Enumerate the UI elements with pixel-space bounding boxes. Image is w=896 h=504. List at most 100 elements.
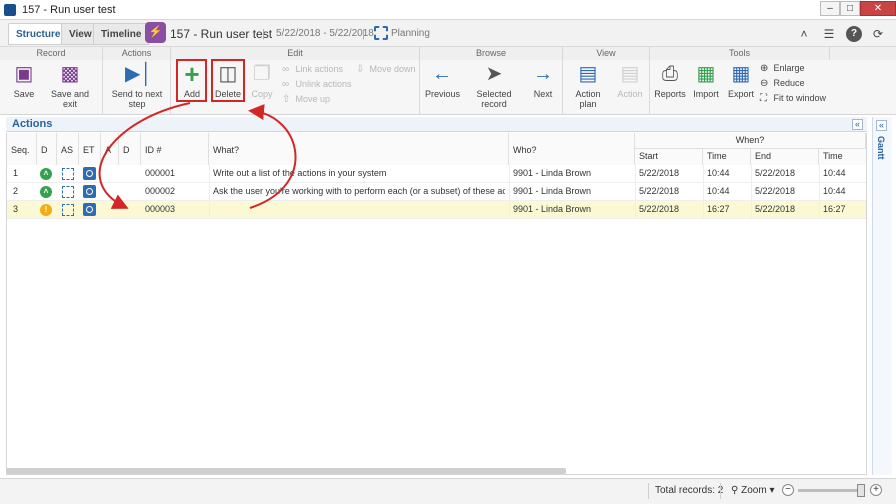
enlarge-button[interactable]: ⊕ Enlarge	[760, 63, 805, 74]
save-button[interactable]: ▣ Save	[10, 63, 38, 99]
group-filler	[830, 47, 896, 60]
group-edit-title: Edit	[171, 47, 420, 60]
move-down-button[interactable]: ⇩ Move down	[356, 64, 416, 75]
unlink-actions-button[interactable]: ∞ Unlink actions	[282, 79, 352, 90]
column-divider	[703, 165, 704, 219]
maximize-button[interactable]: □	[840, 1, 860, 16]
record-type-icon: ⚡	[145, 22, 166, 43]
arrow-down-icon: ⇩	[356, 64, 365, 75]
cell-id: 000003	[145, 204, 176, 214]
total-records: Total records: 2	[655, 485, 724, 496]
col-what[interactable]: What?	[209, 133, 509, 165]
zoom-dropdown[interactable]: ⚲ Zoom ▾	[731, 485, 774, 496]
fit-window-icon: ⛶	[760, 93, 767, 104]
col-as[interactable]: AS	[57, 133, 79, 165]
reduce-button[interactable]: ⊖ Reduce	[760, 78, 805, 89]
cell-end: 5/22/2018	[755, 168, 796, 178]
cell-end-time: 10:44	[823, 186, 846, 196]
cell-who: 9901 - Linda Brown	[513, 168, 592, 178]
save-exit-icon: ▩	[60, 63, 80, 85]
app-icon	[4, 4, 16, 16]
status-warning-icon: !	[40, 204, 52, 216]
group-actions-title: Actions	[103, 47, 171, 60]
zoom-slider-handle[interactable]	[857, 484, 865, 497]
move-up-button[interactable]: ⇧ Move up	[282, 94, 330, 105]
refresh-icon[interactable]: ⟳	[870, 26, 886, 42]
col-seq[interactable]: Seq.	[7, 133, 37, 165]
export-icon: ▦	[731, 63, 751, 85]
cell-end-time: 16:27	[823, 204, 846, 214]
status-divider	[648, 483, 649, 499]
zoom-in-button[interactable]: +	[870, 484, 882, 496]
col-end[interactable]: End	[751, 149, 819, 165]
tab-timeline[interactable]: Timeline	[93, 23, 150, 45]
gantt-panel[interactable]: «	[872, 117, 892, 475]
floppy-icon: ▣	[14, 63, 34, 85]
window-title: 157 - Run user test	[22, 4, 116, 16]
header-separator: |	[262, 28, 265, 40]
cell-what: Write out a list of the actions in your …	[213, 168, 387, 178]
col-end-time[interactable]: Time	[819, 149, 866, 165]
col-when: When?	[635, 133, 866, 149]
save-and-exit-button[interactable]: ▩ Save and exit	[44, 63, 96, 109]
col-d[interactable]: D	[37, 133, 57, 165]
table-row[interactable]: 1 ˄ 000001 Write out a list of the actio…	[7, 165, 866, 183]
collapse-actions-icon[interactable]: «	[852, 119, 863, 130]
printer-icon: ⎙	[662, 63, 678, 85]
send-next-icon: ▶│	[125, 63, 153, 85]
table-row-selected[interactable]: 3 ! 000003 9901 - Linda Brown 5/22/2018 …	[7, 201, 866, 219]
collapse-ribbon-icon[interactable]: ˄	[796, 26, 812, 42]
minimize-button[interactable]: –	[820, 1, 840, 16]
selected-record-button[interactable]: ➤ Selected record	[465, 63, 523, 109]
col-d2[interactable]: D	[119, 133, 141, 165]
previous-button[interactable]: ← Previous	[425, 63, 460, 99]
group-browse-title: Browse	[420, 47, 563, 60]
col-who[interactable]: Who?	[509, 133, 635, 165]
ribbon-toolbar: Record Actions Edit Browse View Tools ▣ …	[0, 47, 896, 115]
cell-what[interactable]	[213, 201, 505, 219]
execution-type-icon	[83, 185, 96, 198]
fit-to-window-button[interactable]: ⛶ Fit to window	[760, 93, 826, 104]
copy-button[interactable]: ❐ Copy	[250, 63, 274, 99]
record-title: 157 - Run user test	[170, 27, 273, 41]
expand-gantt-icon[interactable]: «	[876, 120, 887, 131]
group-divider	[170, 60, 171, 115]
tab-structure[interactable]: Structure	[8, 23, 69, 45]
cell-who: 9901 - Linda Brown	[513, 186, 592, 196]
col-a[interactable]: A	[101, 133, 119, 165]
reports-button[interactable]: ⎙ Reports	[654, 63, 686, 99]
cell-what: Ask the user you're working with to perf…	[213, 186, 505, 196]
send-to-next-step-button[interactable]: ▶│ Send to next step	[105, 63, 169, 109]
help-icon[interactable]: ?	[846, 26, 862, 42]
close-button[interactable]: ✕	[860, 1, 896, 16]
action-button[interactable]: ▤ Action	[617, 63, 643, 99]
col-start-time[interactable]: Time	[703, 149, 751, 165]
gantt-label[interactable]: Gantt	[876, 136, 886, 160]
column-divider	[509, 165, 510, 219]
import-button[interactable]: ▦ Import	[692, 63, 720, 99]
arrow-right-icon: →	[533, 63, 553, 85]
cell-end-time: 10:44	[823, 168, 846, 178]
table-row[interactable]: 2 ˄ 000002 Ask the user you're working w…	[7, 183, 866, 201]
zoom-slider[interactable]	[798, 489, 862, 492]
next-button[interactable]: → Next	[531, 63, 555, 99]
export-button[interactable]: ▦ Export	[727, 63, 755, 99]
list-view-icon[interactable]: ☰	[821, 26, 837, 42]
horizontal-scrollbar[interactable]	[6, 468, 566, 474]
actions-section-header: Actions «	[6, 117, 867, 132]
zoom-in-icon: ⊕	[760, 63, 769, 74]
zoom-out-button[interactable]: −	[782, 484, 794, 496]
action-plan-button[interactable]: ▤ Action plan	[567, 63, 609, 109]
group-divider	[562, 60, 563, 115]
link-actions-button[interactable]: ∞ Link actions	[282, 64, 343, 75]
col-et[interactable]: ET	[79, 133, 101, 165]
delete-highlight	[211, 59, 245, 102]
cell-id: 000001	[145, 168, 176, 178]
cell-who: 9901 - Linda Brown	[513, 204, 592, 214]
action-status-icon	[62, 168, 74, 180]
column-divider	[751, 165, 752, 219]
col-start[interactable]: Start	[635, 149, 703, 165]
col-id[interactable]: ID #	[141, 133, 209, 165]
action-icon: ▤	[620, 63, 640, 85]
actions-grid: Seq. D AS ET A D ID # What? Who? When? S…	[6, 133, 867, 475]
